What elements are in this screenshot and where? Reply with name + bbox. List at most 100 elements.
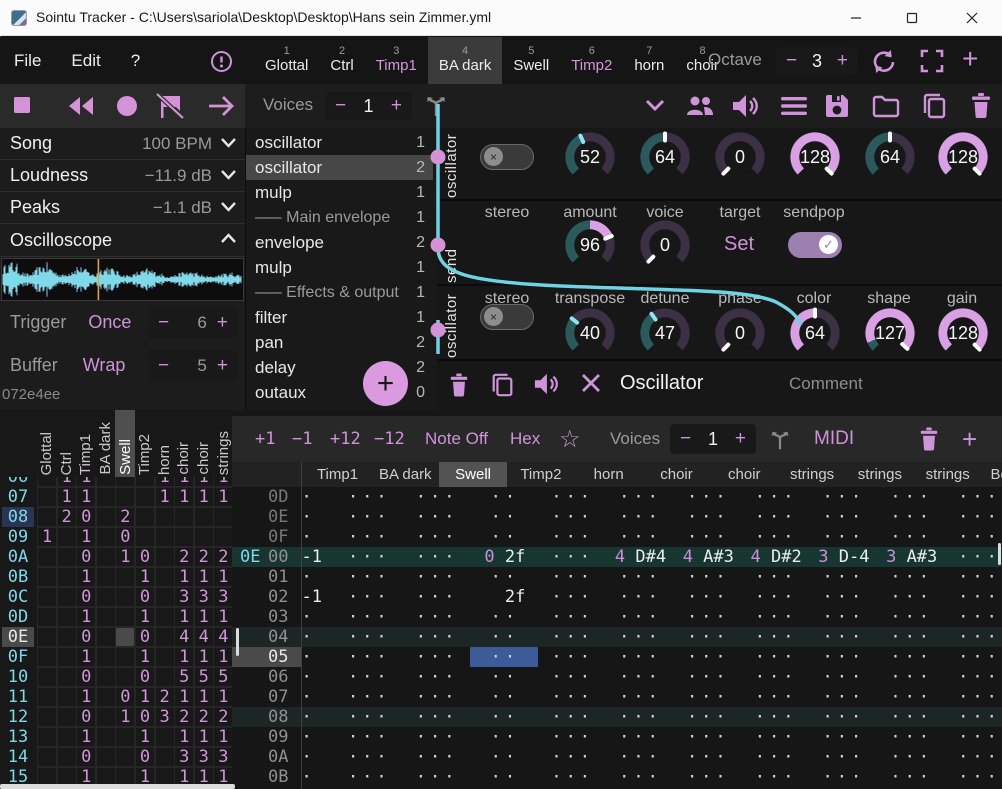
pattern-cell[interactable]: ··· [607, 587, 675, 607]
order-cell[interactable]: 0 [76, 747, 96, 767]
pattern-cell[interactable]: ··· [335, 767, 403, 787]
row-number[interactable]: 02 [268, 587, 296, 607]
order-cell[interactable]: 1 [76, 487, 96, 507]
order-cell[interactable] [115, 567, 135, 587]
pattern-cell[interactable]: ·· [471, 627, 539, 647]
order-cell[interactable]: 0 [76, 667, 96, 687]
order-cell[interactable] [96, 667, 116, 687]
knob-0[interactable]: 0 [715, 132, 765, 182]
order-cell[interactable] [155, 507, 175, 527]
knob-52[interactable]: 52 [565, 132, 615, 182]
order-cell[interactable] [155, 727, 175, 747]
order-row-id[interactable]: 0F [2, 647, 34, 667]
pattern-cell[interactable]: ··· [335, 627, 403, 647]
pattern-cell[interactable]: ··· [403, 687, 471, 707]
pattern-cell[interactable]: ··· [607, 627, 675, 647]
pattern-cell[interactable]: ··· [539, 587, 607, 607]
pattern-cell[interactable]: ··· [878, 487, 946, 507]
order-cell[interactable]: 0 [115, 527, 135, 547]
pattern-cell[interactable]: ··· [539, 487, 607, 507]
order-cell[interactable] [96, 487, 116, 507]
pattern-cell[interactable]: ··· [878, 647, 946, 667]
order-col-header-ctrl[interactable]: Ctrl [57, 410, 77, 477]
pattern-cell[interactable]: ··· [674, 587, 742, 607]
row-number[interactable]: 0D [268, 487, 296, 507]
pattern-cell[interactable]: ··· [946, 627, 1002, 647]
loop-icon[interactable] [868, 46, 898, 76]
pattern-cell[interactable]: -1 [302, 587, 336, 607]
pattern-cell[interactable]: ··· [946, 507, 1002, 527]
pattern-cell[interactable]: ··· [742, 687, 810, 707]
pattern-cell[interactable]: ··· [674, 727, 742, 747]
pattern-cell[interactable]: ··· [335, 587, 403, 607]
pattern-cell[interactable]: ··· [742, 567, 810, 587]
order-cell[interactable] [57, 707, 77, 727]
track-header-choir[interactable]: choir [710, 462, 778, 487]
pattern-cell[interactable]: ··· [539, 547, 607, 567]
pattern-cell[interactable]: 3 D-4 [810, 547, 878, 567]
pattern-cell[interactable]: ·· [471, 607, 539, 627]
order-cell[interactable]: 1 [194, 487, 214, 507]
order-cell[interactable]: 1 [76, 607, 96, 627]
pattern-cell[interactable]: ··· [878, 747, 946, 767]
voices-plus-button[interactable]: + [381, 95, 412, 117]
pattern-cell[interactable]: ·· [302, 707, 336, 727]
order-cell[interactable] [155, 547, 175, 567]
row-number[interactable]: 0E [268, 507, 296, 527]
row-number[interactable]: 04 [268, 627, 296, 647]
pattern-cell[interactable]: ··· [810, 587, 878, 607]
order-cell[interactable] [37, 747, 57, 767]
order-cell[interactable]: 0 [135, 627, 155, 647]
pattern-cell[interactable]: ··· [674, 667, 742, 687]
pattern-cell[interactable]: ··· [674, 567, 742, 587]
trigger-mode-button[interactable]: Once [88, 312, 131, 333]
order-cell[interactable] [96, 627, 116, 647]
order-cell[interactable]: 2 [194, 707, 214, 727]
pattern-cell[interactable]: ··· [403, 747, 471, 767]
sendpop-toggle[interactable]: ✓ [788, 232, 842, 258]
order-cell[interactable] [37, 547, 57, 567]
pattern-cell[interactable]: ··· [810, 487, 878, 507]
menu-item-help[interactable]: ? [125, 51, 146, 71]
order-col-header-strings[interactable]: strings [213, 410, 232, 477]
pattern-cell[interactable]: ·· [471, 487, 539, 507]
stereo-toggle[interactable]: × [480, 144, 534, 170]
order-cell[interactable] [135, 507, 155, 527]
pattern-cell[interactable]: ·· [471, 747, 539, 767]
order-cell[interactable] [155, 567, 175, 587]
order-cell[interactable] [37, 647, 57, 667]
track-header-strings[interactable]: strings [778, 462, 846, 487]
pattern-cell[interactable]: ··· [335, 647, 403, 667]
track-header-strings[interactable]: strings [914, 462, 982, 487]
order-cell[interactable] [57, 587, 77, 607]
pattern-cell[interactable]: ·· [302, 507, 336, 527]
knob-128[interactable]: 128 [790, 132, 840, 182]
order-cell[interactable] [96, 507, 116, 527]
minimize-button[interactable] [833, 0, 879, 36]
menu-icon[interactable] [780, 95, 808, 117]
note-tracking-off-icon[interactable] [153, 92, 187, 120]
setting-row-loudness[interactable]: Loudness−11.9 dB [0, 160, 245, 192]
order-row-id[interactable]: 11 [2, 687, 34, 707]
chevron-up-icon[interactable] [220, 231, 237, 249]
order-cell[interactable]: 1 [213, 727, 232, 747]
pattern-cell[interactable]: ·· [302, 647, 336, 667]
pattern-cell[interactable]: ··· [607, 667, 675, 687]
pattern-cell[interactable]: ·· [471, 707, 539, 727]
order-cell[interactable]: 1 [194, 567, 214, 587]
pattern-cell[interactable]: ··· [335, 607, 403, 627]
buffer-minus-button[interactable]: − [148, 355, 179, 377]
order-cell[interactable] [155, 627, 175, 647]
order-cell[interactable] [57, 607, 77, 627]
pattern-cell[interactable]: ··· [946, 767, 1002, 787]
order-cell[interactable]: 1 [213, 567, 232, 587]
order-row-id[interactable]: 07 [2, 487, 34, 507]
order-cell[interactable]: 1 [213, 687, 232, 707]
order-cell[interactable]: 3 [174, 587, 194, 607]
pattern-cell[interactable]: ··· [335, 747, 403, 767]
order-cell[interactable] [155, 667, 175, 687]
pattern-cell[interactable]: ··· [946, 527, 1002, 547]
order-cell[interactable]: 3 [213, 587, 232, 607]
knob-64[interactable]: 64 [865, 132, 915, 182]
oscilloscope-header[interactable]: Oscilloscope [0, 224, 245, 257]
